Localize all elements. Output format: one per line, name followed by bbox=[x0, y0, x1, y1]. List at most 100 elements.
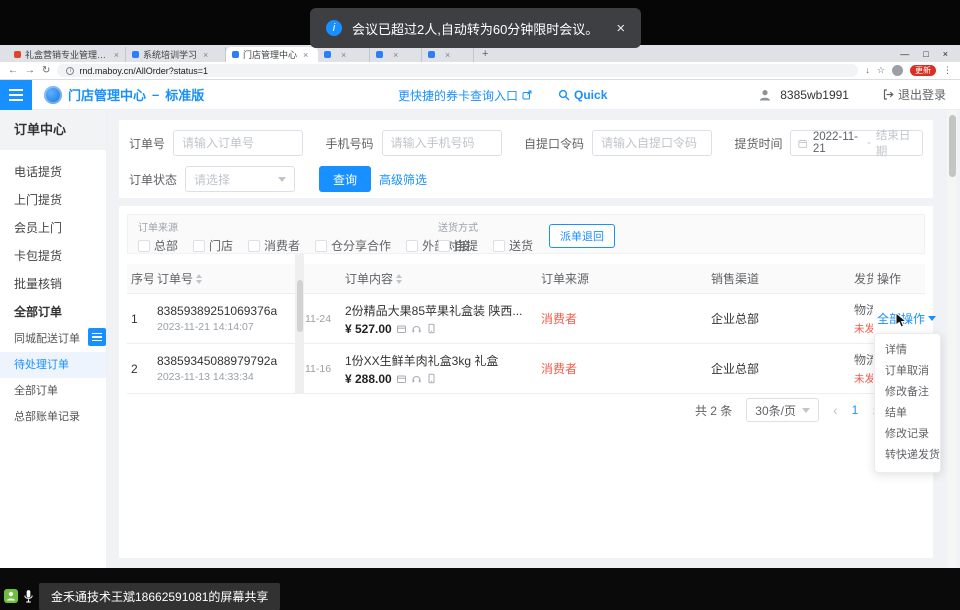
filter-row-1: 订单号 手机号码 自提口令码 提货时间 2022-11-21 - 结束日期 bbox=[119, 120, 933, 156]
browser-tab[interactable]: × bbox=[422, 47, 474, 62]
sidebar-item[interactable]: 电话提货 bbox=[0, 158, 106, 186]
toast-close-icon[interactable]: × bbox=[616, 20, 625, 37]
bookmark-icon[interactable]: ☆ bbox=[877, 66, 885, 75]
checkbox-option[interactable]: 自提 bbox=[438, 237, 478, 254]
browser-menu-icon[interactable]: ⋮ bbox=[943, 66, 952, 75]
vertical-scrollbar[interactable] bbox=[947, 110, 957, 568]
col-header-order-no-label: 订单号 bbox=[157, 270, 193, 287]
sort-icon[interactable] bbox=[396, 274, 402, 284]
back-button[interactable]: ← bbox=[8, 66, 18, 76]
table-row: 2 83859345088979792a 2023-11-13 14:33:34… bbox=[127, 344, 925, 394]
checkbox-option[interactable]: 送货 bbox=[493, 237, 533, 254]
orders-table: 序号 订单号 订单内容 订单来源 销售渠道 发货 操作 bbox=[127, 264, 925, 394]
page-number-current[interactable]: 1 bbox=[852, 403, 859, 417]
chevron-down-icon bbox=[802, 408, 810, 413]
microphone-icon[interactable] bbox=[23, 589, 34, 604]
sidebar-item[interactable]: 会员上门 bbox=[0, 214, 106, 242]
checkbox-label: 仓分享合作 bbox=[331, 237, 391, 254]
browser-tab[interactable]: 系统培训学习 × bbox=[126, 47, 226, 62]
checkbox[interactable] bbox=[493, 240, 505, 252]
checkbox-option[interactable]: 总部 bbox=[138, 237, 178, 254]
phone-input[interactable] bbox=[382, 130, 502, 156]
screen-share-bar: 金禾通技术王斌18662591081的屏幕共享 bbox=[0, 568, 960, 610]
quick-menu-button[interactable] bbox=[88, 328, 106, 346]
dropdown-item-edit-remark[interactable]: 修改备注 bbox=[875, 382, 940, 403]
browser-tab[interactable]: × bbox=[318, 47, 370, 62]
col-header-content: 订单内容 bbox=[341, 270, 537, 287]
order-no-input[interactable] bbox=[173, 130, 303, 156]
dropdown-item-edit-history[interactable]: 修改记录 bbox=[875, 424, 940, 445]
tab-close-icon[interactable]: × bbox=[203, 50, 208, 60]
sidebar-item[interactable]: 卡包提货 bbox=[0, 242, 106, 270]
filter-card: 订单号 手机号码 自提口令码 提货时间 2022-11-21 - 结束日期 bbox=[119, 120, 933, 198]
sidebar-subitem-pending-orders[interactable]: 待处理订单 bbox=[0, 352, 106, 378]
tab-close-icon[interactable]: × bbox=[114, 50, 119, 60]
order-source-cell: 消费者 bbox=[537, 310, 707, 327]
profile-avatar[interactable] bbox=[892, 65, 903, 76]
logout-label: 退出登录 bbox=[898, 86, 946, 103]
browser-window: 礼盒营销专业管理中心 × 系统培训学习 × 门店管理中心 × × × × bbox=[0, 45, 960, 568]
browser-tab[interactable]: × bbox=[370, 47, 422, 62]
dropdown-item-settle[interactable]: 结单 bbox=[875, 403, 940, 424]
window-close-button[interactable]: × bbox=[943, 49, 948, 59]
hamburger-menu-button[interactable] bbox=[0, 80, 32, 110]
site-info-icon[interactable]: i bbox=[66, 67, 74, 75]
col-header-shipping: 发货 bbox=[850, 270, 873, 287]
dropdown-item-detail[interactable]: 详情 bbox=[875, 340, 940, 361]
minimize-button[interactable]: — bbox=[900, 49, 909, 59]
order-content-cell: 1份XX生鲜羊肉礼盒3kg 礼盒 ¥ 288.00 bbox=[341, 352, 537, 386]
action-dropdown-menu: 详情 订单取消 修改备注 结单 修改记录 转快递发货 bbox=[874, 333, 941, 473]
checkbox[interactable] bbox=[315, 240, 327, 252]
sidebar-group-all-orders[interactable]: 全部订单 bbox=[0, 298, 106, 326]
dropdown-item-express-ship[interactable]: 转快递发货 bbox=[875, 445, 940, 466]
checkbox-option[interactable]: 仓分享合作 bbox=[315, 237, 391, 254]
app-edition: 标准版 bbox=[165, 85, 204, 104]
prev-page-button[interactable]: ‹ bbox=[833, 402, 838, 418]
pickup-code-label: 自提口令码 bbox=[524, 135, 584, 152]
delivery-method-options: 自提 送货 bbox=[438, 237, 533, 254]
sidebar-subitem[interactable]: 全部订单 bbox=[0, 378, 106, 404]
update-button[interactable]: 更新 bbox=[910, 65, 936, 77]
checkbox[interactable] bbox=[138, 240, 150, 252]
pickup-date-range-picker[interactable]: 2022-11-21 - 结束日期 bbox=[790, 130, 923, 156]
new-tab-button[interactable]: + bbox=[474, 48, 496, 60]
order-status-select[interactable]: 请选择 bbox=[185, 166, 295, 192]
sidebar-item[interactable]: 上门提货 bbox=[0, 186, 106, 214]
pickup-code-input[interactable] bbox=[592, 130, 712, 156]
refresh-button[interactable]: ↻ bbox=[42, 66, 50, 76]
col-header-order-no: 订单号 bbox=[153, 270, 291, 287]
address-bar[interactable]: i rnd.maboy.cn/AllOrder?status=1 bbox=[57, 64, 858, 77]
forward-button[interactable]: → bbox=[25, 66, 35, 76]
dispatch-return-button[interactable]: 派单退回 bbox=[549, 224, 615, 248]
search-button[interactable]: 查询 bbox=[319, 166, 371, 192]
scrollbar-thumb[interactable] bbox=[949, 115, 956, 177]
checkbox-option[interactable]: 消费者 bbox=[248, 237, 300, 254]
quick-search-link[interactable]: Quick bbox=[558, 88, 607, 102]
checkbox[interactable] bbox=[193, 240, 205, 252]
sidebar-item[interactable]: 批量核销 bbox=[0, 270, 106, 298]
coupon-query-link[interactable]: 更快捷的券卡查询入口 bbox=[398, 87, 532, 104]
tab-close-icon[interactable]: × bbox=[341, 50, 346, 60]
col-header-source: 订单来源 bbox=[537, 270, 707, 287]
checkbox[interactable] bbox=[406, 240, 418, 252]
browser-tab-active[interactable]: 门店管理中心 × bbox=[226, 47, 318, 62]
tab-close-icon[interactable]: × bbox=[445, 50, 450, 60]
logout-button[interactable]: 退出登录 bbox=[883, 86, 946, 103]
advanced-filter-link[interactable]: 高级筛选 bbox=[379, 171, 427, 188]
sidebar-subitem[interactable]: 总部账单记录 bbox=[0, 404, 106, 430]
checkbox[interactable] bbox=[438, 240, 450, 252]
checkbox[interactable] bbox=[248, 240, 260, 252]
page-size-select[interactable]: 30条/页 bbox=[746, 398, 819, 422]
shipping-type: 物流 bbox=[854, 351, 873, 368]
maximize-button[interactable]: □ bbox=[923, 49, 928, 59]
sort-icon[interactable] bbox=[196, 274, 202, 284]
page-content: 订单中心 电话提货 上门提货 会员上门 卡包提货 批量核销 全部订单 同城配送订… bbox=[0, 110, 960, 568]
checkbox-option[interactable]: 门店 bbox=[193, 237, 233, 254]
tab-close-icon[interactable]: × bbox=[303, 50, 308, 60]
filter-row-2: 订单状态 请选择 查询 高级筛选 bbox=[119, 156, 933, 192]
horizontal-scroll-divider[interactable] bbox=[295, 254, 304, 394]
dropdown-item-cancel-order[interactable]: 订单取消 bbox=[875, 361, 940, 382]
browser-tab[interactable]: 礼盒营销专业管理中心 × bbox=[8, 47, 126, 62]
download-icon[interactable]: ↓ bbox=[865, 66, 870, 75]
tab-close-icon[interactable]: × bbox=[393, 50, 398, 60]
